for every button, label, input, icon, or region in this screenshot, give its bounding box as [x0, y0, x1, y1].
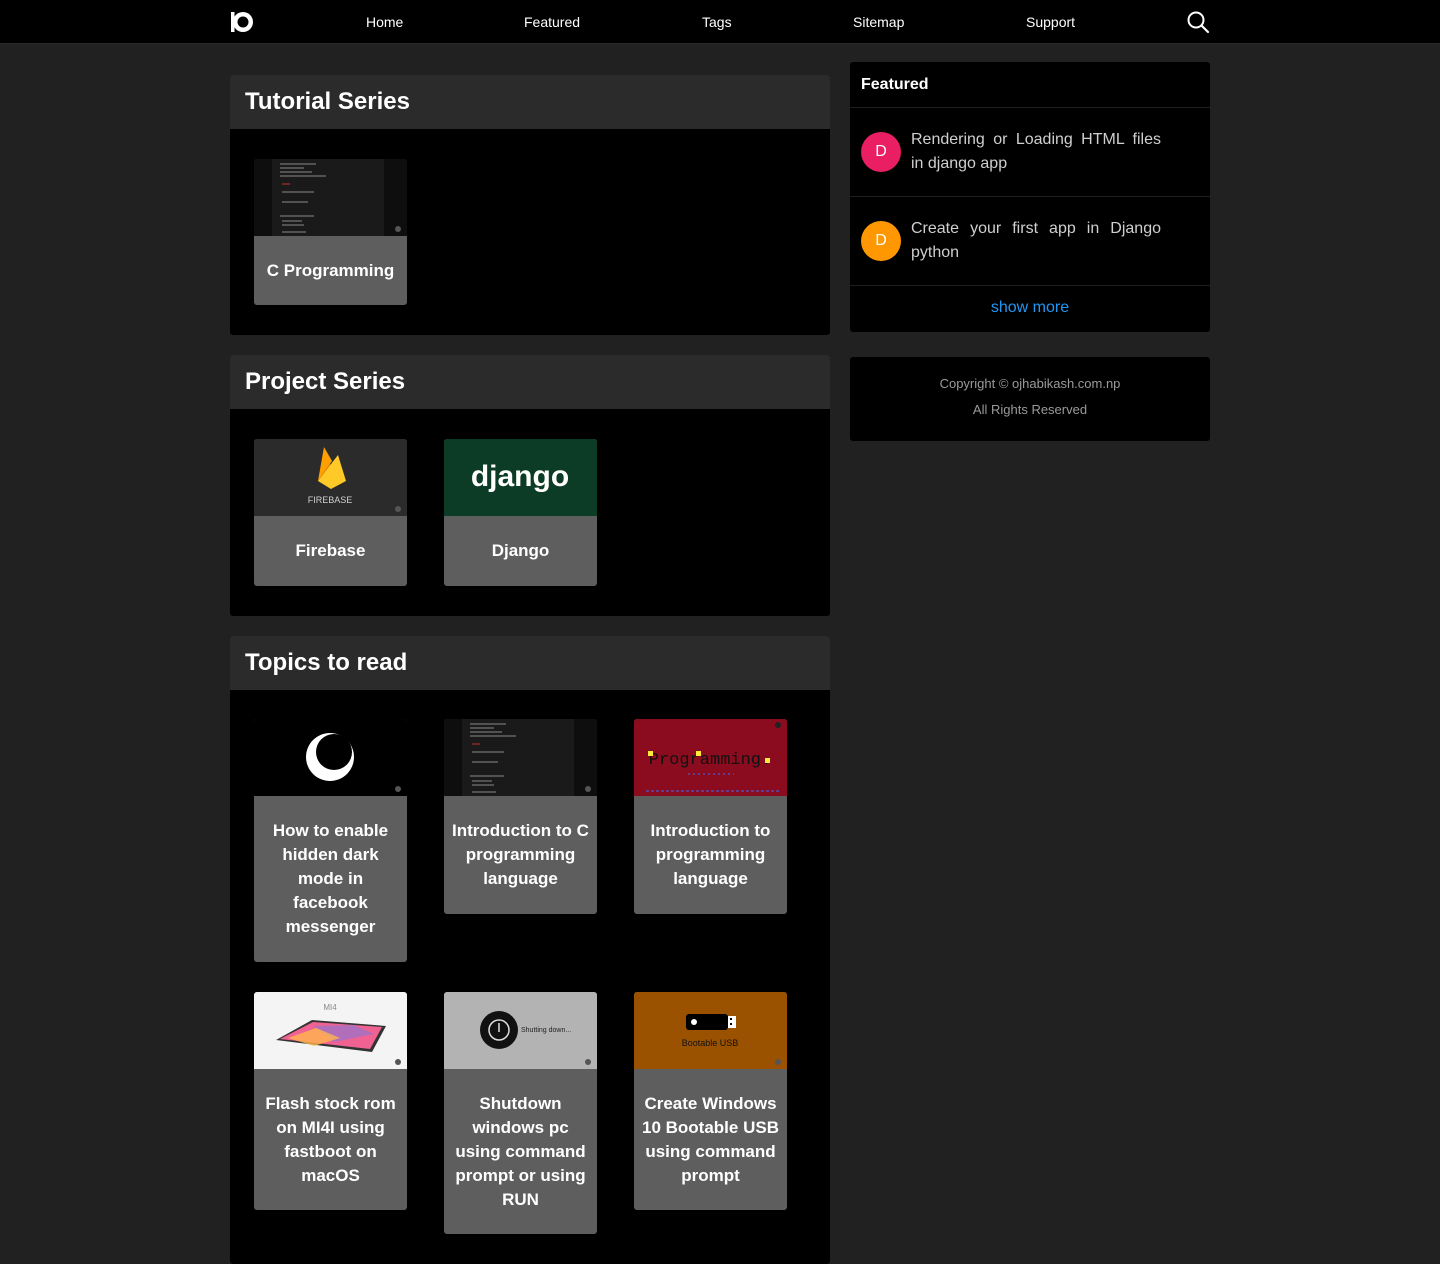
- series-card-c-programming[interactable]: C Programming: [254, 159, 407, 305]
- card-title: How to enable hidden dark mode in facebo…: [272, 821, 389, 936]
- programming-banner-thumbnail: Programming.: [634, 719, 787, 796]
- project-series-section: Project Series FIREBASE Firebase django …: [230, 355, 830, 616]
- crescent-moon-thumbnail: [254, 719, 407, 796]
- series-card-django[interactable]: django Django: [444, 439, 597, 586]
- card-title: Django: [491, 541, 550, 560]
- rights-text: All Rights Reserved: [972, 402, 1088, 417]
- nav-tags-link[interactable]: Tags: [702, 14, 732, 30]
- topic-card[interactable]: How to enable hidden dark mode in facebo…: [254, 719, 407, 962]
- section-header: Project Series: [230, 355, 830, 409]
- card-title: Firebase: [295, 541, 366, 560]
- card-title: Introduction to C programming language: [452, 821, 589, 888]
- section-header: Tutorial Series: [230, 75, 830, 129]
- copyright-text: Copyright © ojhabikash.com.np: [939, 376, 1121, 391]
- top-navbar: Home Featured Tags Sitemap Support: [0, 0, 1440, 44]
- avatar: D: [861, 221, 901, 261]
- tutorial-series-section: Tutorial Series C Programming: [230, 75, 830, 335]
- svg-text:django: django: [471, 460, 569, 493]
- section-title: Project Series: [245, 368, 406, 395]
- section-title: Topics to read: [245, 649, 408, 676]
- topic-card[interactable]: Introduction to C programming language: [444, 719, 597, 914]
- featured-heading: Featured: [850, 62, 1210, 108]
- svg-text:Programming.: Programming.: [649, 751, 771, 770]
- topic-card[interactable]: Shutting down... Shutdown windows pc usi…: [444, 992, 597, 1234]
- code-screenshot-thumbnail: [254, 159, 407, 236]
- svg-text:FIREBASE: FIREBASE: [308, 495, 353, 505]
- topic-card[interactable]: Programming. Introduction to programming…: [634, 719, 787, 914]
- nav-featured-link[interactable]: Featured: [524, 14, 580, 30]
- svg-text:MI4: MI4: [323, 1003, 337, 1012]
- section-title: Tutorial Series: [245, 88, 410, 115]
- featured-item[interactable]: D Create your first app in Django python: [850, 197, 1210, 286]
- card-title: Create Windows 10 Bootable USB using com…: [642, 1094, 779, 1185]
- card-title: Flash stock rom on MI4I using fastboot o…: [265, 1094, 396, 1185]
- series-card-firebase[interactable]: FIREBASE Firebase: [254, 439, 407, 586]
- svg-text:Bootable USB: Bootable USB: [682, 1038, 739, 1048]
- site-logo-icon[interactable]: [230, 10, 254, 34]
- card-title: Introduction to programming language: [650, 821, 771, 888]
- show-more-link[interactable]: show more: [850, 286, 1210, 331]
- featured-sidebar: Featured D Rendering or Loading HTML fil…: [850, 62, 1210, 332]
- featured-item[interactable]: D Rendering or Loading HTML files in dja…: [850, 108, 1210, 197]
- topics-section: Topics to read How to enable hidden dark…: [230, 636, 830, 1264]
- copyright-box: Copyright © ojhabikash.com.np All Rights…: [850, 357, 1210, 441]
- nav-home-link[interactable]: Home: [366, 14, 403, 30]
- avatar: D: [861, 132, 901, 172]
- usb-drive-thumbnail: Bootable USB: [634, 992, 787, 1069]
- topic-card[interactable]: MI4 Flash stock rom on MI4I using fastbo…: [254, 992, 407, 1210]
- topic-card[interactable]: Bootable USB Create Windows 10 Bootable …: [634, 992, 787, 1210]
- featured-item-title[interactable]: Rendering or Loading HTML files in djang…: [911, 128, 1161, 176]
- nav-support-link[interactable]: Support: [1026, 14, 1075, 30]
- firebase-logo-thumbnail: FIREBASE: [254, 439, 407, 516]
- nav-sitemap-link[interactable]: Sitemap: [853, 14, 904, 30]
- card-title: C Programming: [266, 260, 395, 280]
- section-header: Topics to read: [230, 636, 830, 690]
- django-logo-thumbnail: django: [444, 439, 597, 516]
- code-screenshot-thumbnail: [444, 719, 597, 796]
- featured-item-title[interactable]: Create your first app in Django python: [911, 217, 1161, 265]
- card-title: Shutdown windows pc using command prompt…: [455, 1094, 586, 1209]
- power-icon-thumbnail: Shutting down...: [444, 992, 597, 1069]
- tablet-thumbnail: MI4: [254, 992, 407, 1069]
- svg-text:Shutting down...: Shutting down...: [521, 1027, 571, 1034]
- search-icon[interactable]: [1186, 10, 1210, 34]
